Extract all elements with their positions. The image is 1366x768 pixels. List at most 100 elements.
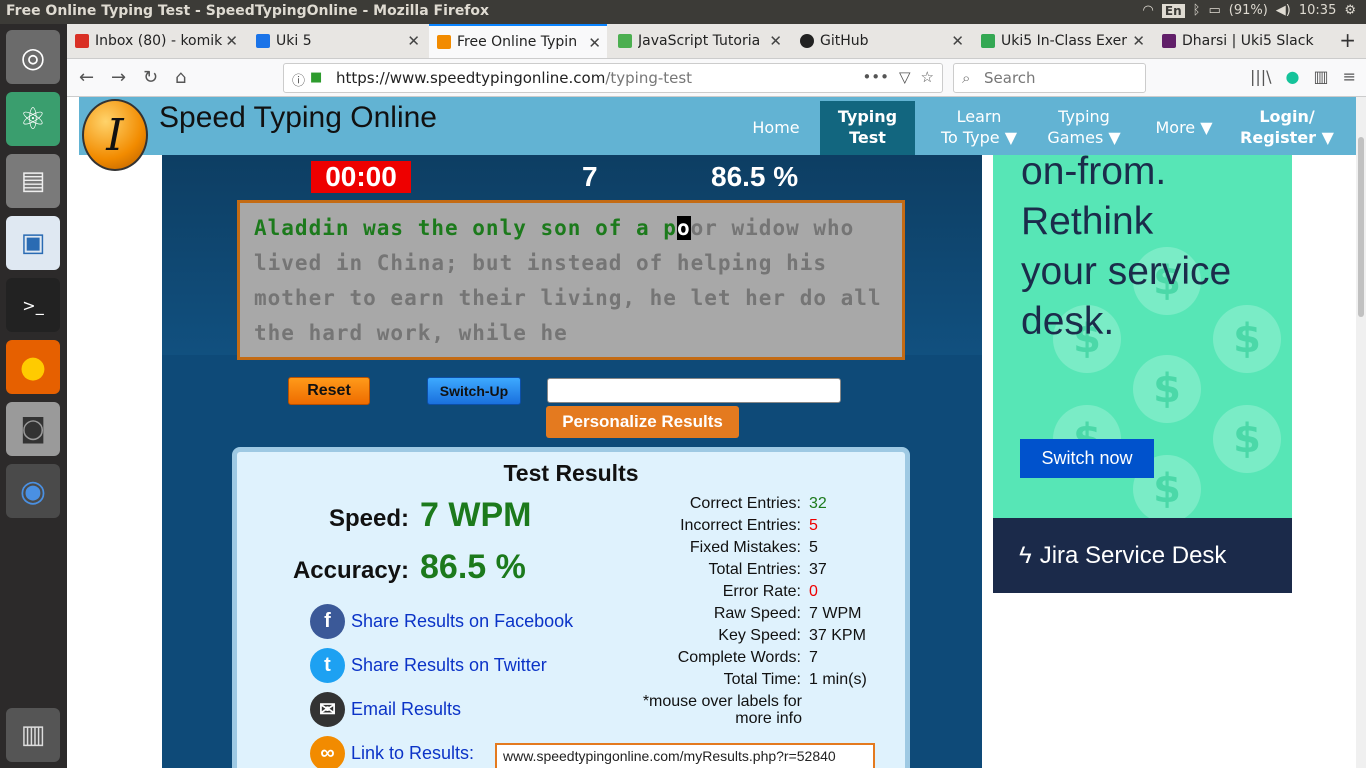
menu-more[interactable]: More ▼ [1149, 101, 1219, 155]
back-icon[interactable]: ← [79, 67, 94, 88]
volume-icon[interactable]: ◀) [1276, 3, 1291, 18]
keyboard-layout[interactable]: En [1161, 3, 1185, 18]
stat-row: Complete Words: 7 [627, 649, 927, 671]
share-twitter-link[interactable]: t Share Results on Twitter [310, 648, 547, 683]
speed-value: 7 WPM [420, 496, 532, 534]
site-info-icon[interactable]: ⓘ [292, 70, 305, 89]
coin-icon: $ [1133, 355, 1201, 423]
lock-icon[interactable]: ■ [310, 70, 322, 85]
email-icon: ✉ [310, 692, 345, 727]
home-icon[interactable]: ⌂ [175, 67, 186, 88]
sidebar-icon[interactable]: ▥ [1313, 67, 1328, 86]
url-host: https://www.speedtypingonline.com [336, 69, 606, 87]
lightning-icon: ϟ [1019, 541, 1032, 569]
ad-headline: on-from. Rethink your service desk. [1021, 155, 1232, 343]
tab-gmail[interactable]: Inbox (80) - komik ✕ [67, 24, 244, 58]
stat-label[interactable]: Fixed Mistakes: [690, 539, 801, 557]
site-logo-icon[interactable]: I [82, 99, 148, 171]
speed-label: Speed: [328, 505, 409, 532]
new-tab-button[interactable]: + [1339, 28, 1356, 52]
atom-editor-icon[interactable]: ⚛ [6, 92, 60, 146]
close-tab-icon[interactable]: ✕ [407, 32, 420, 50]
stat-row: Error Rate: 0 [627, 583, 927, 605]
stat-label[interactable]: Incorrect Entries: [680, 517, 801, 535]
stat-label[interactable]: Total Time: [724, 671, 801, 689]
stat-label[interactable]: Key Speed: [718, 627, 801, 645]
stat-label[interactable]: Complete Words: [678, 649, 801, 667]
battery-icon[interactable]: ▭ [1208, 3, 1220, 18]
share-facebook-link[interactable]: f Share Results on Facebook [310, 604, 573, 639]
ad-switch-now-button[interactable]: Switch now [1020, 439, 1154, 478]
stat-label[interactable]: Total Entries: [709, 561, 801, 579]
coin-icon: $ [1213, 405, 1281, 473]
image-viewer-icon[interactable]: ▣ [6, 216, 60, 270]
menu-home[interactable]: Home [739, 101, 813, 155]
close-tab-icon[interactable]: ✕ [951, 32, 964, 50]
tab-javascript[interactable]: JavaScript Tutoria ✕ [610, 24, 788, 58]
personalize-results-button[interactable]: Personalize Results [546, 406, 739, 438]
tab-uki5-exercise[interactable]: Uki5 In-Class Exer ✕ [973, 24, 1151, 58]
mouse-over-note: *mouse over labels for more info [642, 693, 802, 727]
accuracy-value: 86.5 % [420, 548, 526, 586]
settings-gear-icon[interactable]: ⚙ [1344, 3, 1356, 18]
menu-typing-test[interactable]: Typing Test [820, 101, 915, 155]
ubuntu-dash-icon[interactable]: ◎ [6, 30, 60, 84]
stat-label[interactable]: Correct Entries: [690, 495, 801, 513]
hamburger-menu-icon[interactable]: ≡ [1343, 67, 1356, 86]
switch-up-button[interactable]: Switch-Up [427, 377, 521, 405]
typing-text-area[interactable]: Aladdin was the only son of a poor widow… [237, 200, 905, 360]
stat-row: Fixed Mistakes: 5 [627, 539, 927, 561]
github-icon [800, 34, 814, 48]
ad-brand-bar[interactable]: ϟ Jira Service Desk [993, 518, 1292, 593]
tab-slack[interactable]: Dharsi | Uki5 Slack [1154, 24, 1324, 58]
trash-icon[interactable]: ▥ [6, 708, 60, 762]
battery-percent[interactable]: (91%) [1229, 3, 1268, 18]
screenshot-camera-icon[interactable]: ◙ [6, 402, 60, 456]
name-input[interactable] [547, 378, 841, 403]
scrollbar-thumb[interactable] [1358, 137, 1364, 317]
close-tab-icon[interactable]: ✕ [588, 34, 601, 52]
bookmark-star-icon[interactable]: ☆ [921, 68, 934, 86]
menu-learn-to-type[interactable]: Learn To Type ▼ [934, 101, 1024, 155]
search-input[interactable]: ⌕ Search [953, 63, 1146, 93]
firefox-icon[interactable]: ● [6, 340, 60, 394]
reload-icon[interactable]: ↻ [143, 67, 158, 88]
menu-login-register[interactable]: Login/ Register ▼ [1237, 101, 1337, 155]
tab-strip: Inbox (80) - komik ✕ Uki 5 ✕ Free Online T… [67, 24, 1366, 59]
stat-value: 37 [809, 561, 827, 578]
tab-speedtyping[interactable]: Free Online Typin ✕ [429, 24, 607, 58]
url-actions: ••• ▽ ☆ [862, 68, 934, 86]
page-actions-icon[interactable]: ••• [862, 68, 889, 86]
tab-github[interactable]: GitHub ✕ [792, 24, 970, 58]
chrome-icon[interactable]: ◉ [6, 464, 60, 518]
stat-label[interactable]: Raw Speed: [714, 605, 801, 623]
email-results-link[interactable]: ✉ Email Results [310, 692, 461, 727]
forward-icon[interactable]: → [111, 67, 126, 88]
timer: 00:00 [311, 161, 411, 193]
tab-uki5[interactable]: Uki 5 ✕ [248, 24, 426, 58]
url-bar[interactable]: ⓘ ■ https://www.speedtypingonline.com/ty… [283, 63, 943, 93]
close-tab-icon[interactable]: ✕ [225, 32, 238, 50]
library-icon[interactable]: |||\ [1250, 67, 1272, 86]
navigation-toolbar: ← → ↻ ⌂ ⓘ ■ https://www.speedtypingonlin… [67, 59, 1366, 97]
os-top-bar: Free Online Typing Test - SpeedTypingOnl… [0, 0, 1366, 24]
reset-button[interactable]: Reset [288, 377, 370, 405]
terminal-icon[interactable]: >_ [6, 278, 60, 332]
wifi-icon[interactable]: ◠ [1143, 3, 1154, 18]
accuracy-label: Accuracy: [292, 557, 409, 584]
close-tab-icon[interactable]: ✕ [769, 32, 782, 50]
close-tab-icon[interactable]: ✕ [1132, 32, 1145, 50]
bluetooth-icon[interactable]: ᛒ [1193, 3, 1201, 18]
clock[interactable]: 10:35 [1299, 3, 1336, 18]
grammarly-icon[interactable]: ● [1286, 67, 1300, 86]
site-title[interactable]: Speed Typing Online [159, 101, 437, 135]
stat-value: 1 min(s) [809, 671, 867, 688]
stat-label[interactable]: Error Rate: [723, 583, 801, 601]
advertisement[interactable]: $ $ $ $ $ $ $ on-from. Rethink your serv… [993, 155, 1292, 518]
pocket-icon[interactable]: ▽ [899, 68, 911, 86]
menu-typing-games[interactable]: Typing Games ▼ [1039, 101, 1129, 155]
page-scrollbar[interactable] [1356, 97, 1366, 768]
link-to-results: ∞ Link to Results: [310, 736, 474, 768]
files-icon[interactable]: ▤ [6, 154, 60, 208]
results-link-field[interactable]: www.speedtypingonline.com/myResults.php?… [495, 743, 875, 768]
